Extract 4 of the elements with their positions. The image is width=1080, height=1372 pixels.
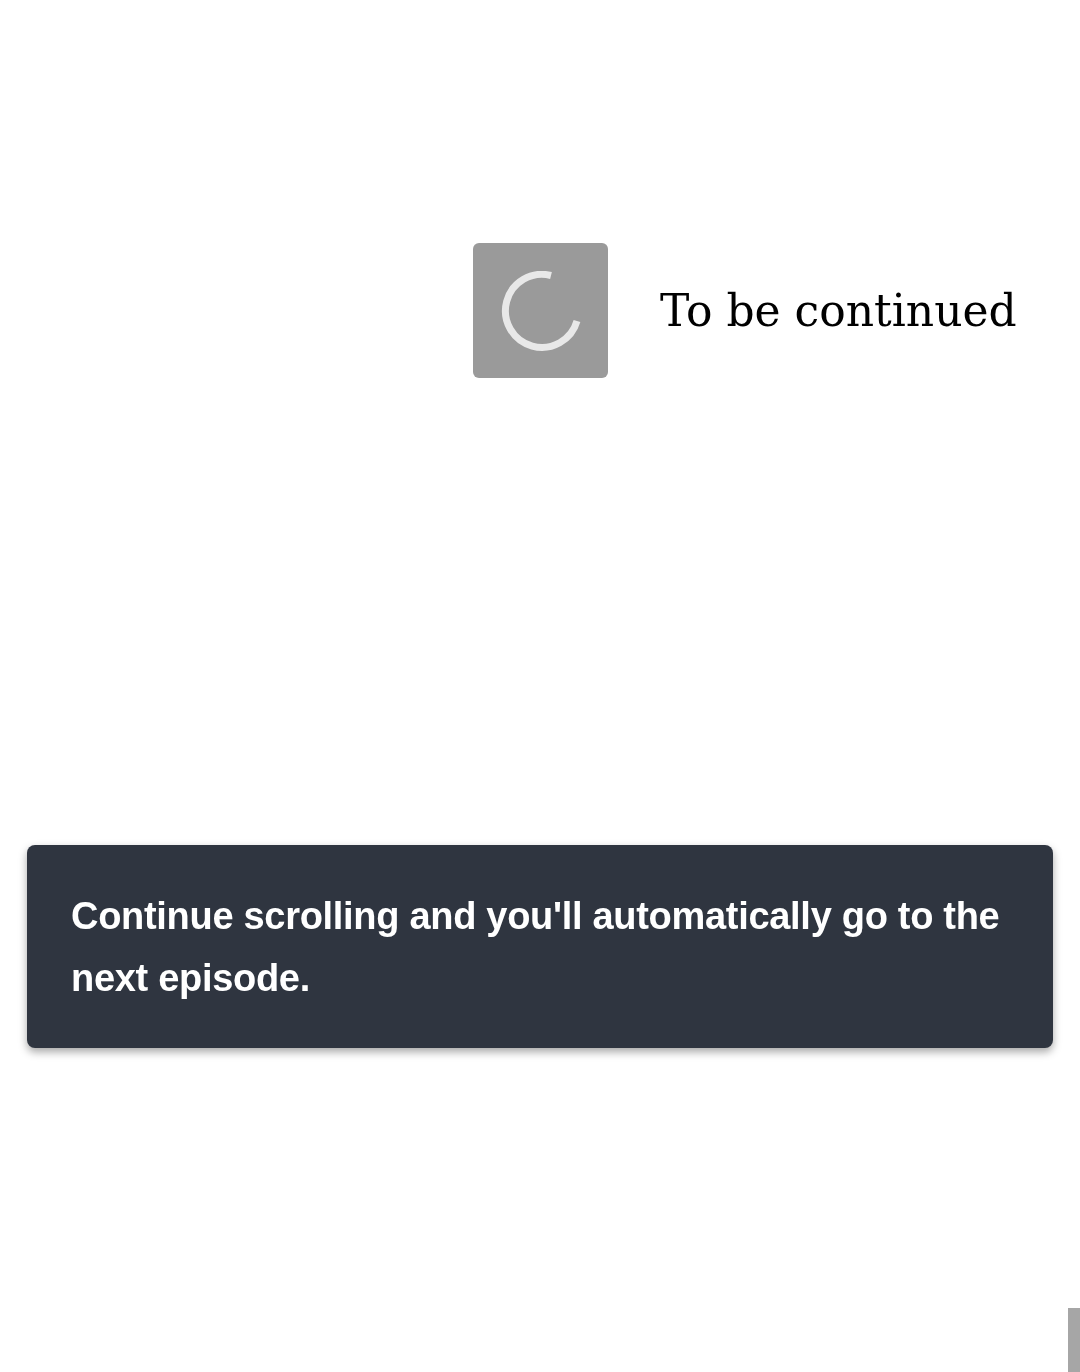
scrollbar[interactable] xyxy=(1068,1308,1080,1372)
loading-spinner-icon xyxy=(500,270,581,351)
toast-message: Continue scrolling and you'll automatically go to the next episode. xyxy=(71,893,1001,1001)
episode-end-title: To be continued xyxy=(660,288,1017,333)
